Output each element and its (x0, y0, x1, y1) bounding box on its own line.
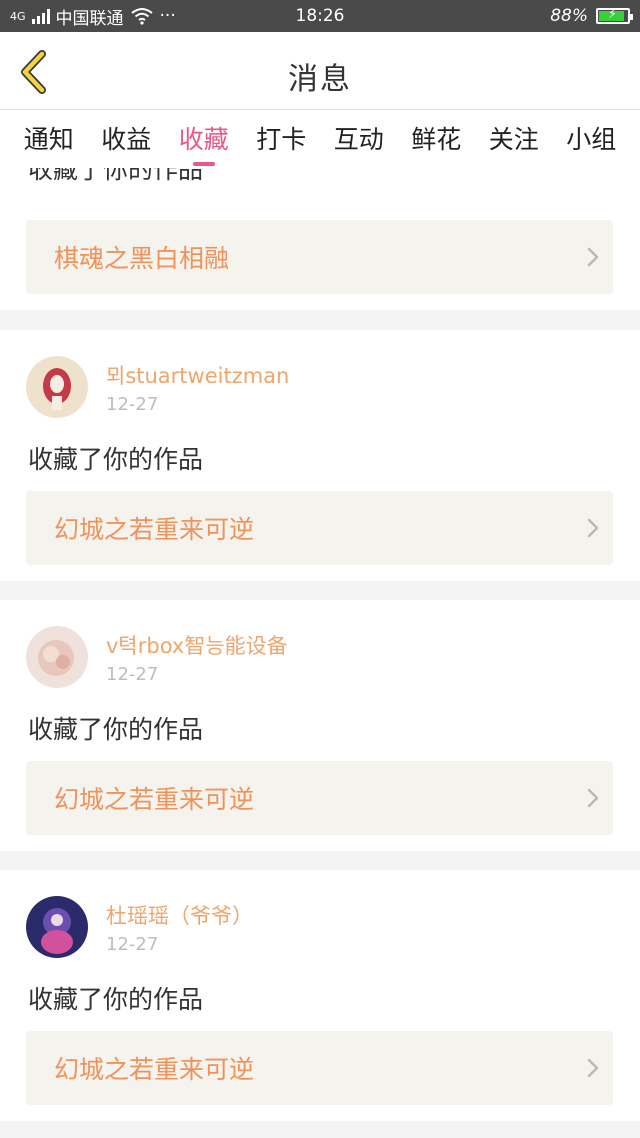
timestamp: 12-27 (106, 394, 159, 415)
notification-list[interactable]: 收藏了你的作品 棋魂之黑白相融 뫼stuartweitzman 12-27 收藏… (0, 168, 640, 1138)
tab-follow[interactable]: 关注 (489, 120, 539, 166)
carrier-name: 中国联通 (55, 8, 124, 29)
avatar[interactable] (26, 356, 88, 418)
signal-icon (31, 8, 50, 24)
charging-icon: ⚡ (608, 7, 618, 22)
battery-percent: 88% (550, 6, 588, 26)
list-item: 杜瑶瑶（爷爷） 12-27 收藏了你的作品 幻城之若重来可逆 (0, 870, 640, 1121)
work-link[interactable]: 幻城之若重来可逆 (26, 761, 613, 835)
username[interactable]: 뫼stuartweitzman (106, 360, 289, 390)
action-text: 收藏了你的作品 (28, 168, 203, 182)
work-title: 幻城之若重来可逆 (54, 515, 255, 544)
avatar[interactable] (26, 896, 88, 958)
tab-interaction[interactable]: 互动 (334, 120, 384, 166)
chevron-right-icon (573, 1056, 613, 1080)
tab-groups[interactable]: 小组 (566, 120, 616, 166)
work-title: 幻城之若重来可逆 (54, 1055, 255, 1084)
tab-earnings[interactable]: 收益 (101, 120, 151, 166)
status-bar: 4G 中国联通 ··· 18:26 88% ⚡ (0, 0, 640, 32)
chevron-right-icon (573, 245, 613, 269)
clock: 18:26 (295, 6, 345, 26)
tab-flowers[interactable]: 鲜花 (411, 120, 461, 166)
work-title: 幻城之若重来可逆 (54, 785, 255, 814)
username[interactable]: v텩rbox智능能设备 (106, 630, 288, 660)
timestamp: 12-27 (106, 934, 159, 955)
action-text: 收藏了你的作品 (28, 445, 204, 474)
work-link[interactable]: 幻城之若重来可逆 (26, 491, 613, 565)
network-type: 4G (10, 9, 26, 23)
work-title: 棋魂之黑白相融 (54, 244, 230, 273)
battery-icon: ⚡ (596, 7, 633, 24)
timestamp: 12-27 (106, 664, 159, 685)
nav-bar: 消息 (0, 32, 640, 110)
message-tabs: 通知 收益 收藏 打卡 互动 鲜花 关注 小组 (0, 110, 640, 168)
work-link[interactable]: 棋魂之黑白相融 (26, 220, 613, 294)
avatar[interactable] (26, 626, 88, 688)
action-text: 收藏了你的作品 (28, 715, 204, 744)
page-title: 消息 (288, 62, 352, 97)
list-item: 收藏了你的作品 棋魂之黑白相融 (0, 168, 640, 310)
tab-favorites[interactable]: 收藏 (179, 120, 229, 166)
list-item: v텩rbox智능能设备 12-27 收藏了你的作品 幻城之若重来可逆 (0, 600, 640, 851)
chevron-right-icon (573, 786, 613, 810)
wifi-icon (130, 8, 153, 25)
more-dots: ··· (159, 6, 176, 26)
work-link[interactable]: 幻城之若重来可逆 (26, 1031, 613, 1105)
username[interactable]: 杜瑶瑶（爷爷） (106, 900, 253, 930)
tab-checkin[interactable]: 打卡 (256, 120, 306, 166)
action-text: 收藏了你的作品 (28, 985, 204, 1014)
chevron-right-icon (573, 516, 613, 540)
tab-notifications[interactable]: 通知 (24, 120, 74, 166)
list-item: 뫼stuartweitzman 12-27 收藏了你的作品 幻城之若重来可逆 (0, 330, 640, 581)
